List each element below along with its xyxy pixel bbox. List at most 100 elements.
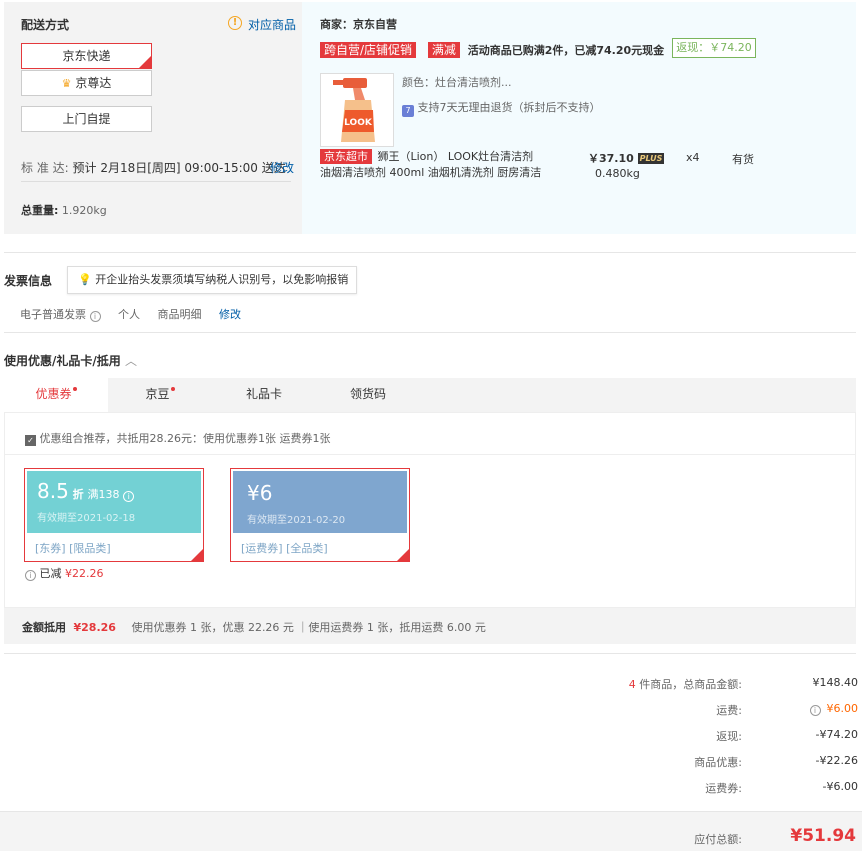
product-price: ￥37.10 PLUS (588, 150, 665, 166)
coupon-tags: [东券] [限品类] (35, 542, 111, 555)
coupon-card[interactable]: 8.5 折 满138 i 有效期至2021-02-18 [东券] [限品类] (24, 468, 204, 562)
goods-panel: 商家：京东自营 跨自营/店铺促销 满减 活动商品已购满2件，已减74.20元现金… (302, 2, 856, 234)
invoice-person: 个人 (118, 308, 140, 321)
coupon-unit: 折 (72, 488, 84, 501)
lightbulb-icon: 💡 (78, 273, 92, 286)
ship-option-pickup[interactable]: 上门自提 (21, 106, 152, 132)
goods-discount-label: 商品优惠: (694, 756, 742, 769)
ship-option-jd-express[interactable]: 京东快递 (21, 43, 152, 69)
delivery-section: 配送方式 ! 对应商品 京东快递 ♛ 京尊达 上门自提 标 准 达: 预计 2月… (4, 2, 856, 234)
cashback-badge: 返现：￥74.20 (672, 38, 756, 58)
count-label: 件商品，总商品金额: (639, 678, 742, 691)
tab-label: 领货码 (349, 387, 386, 401)
divider (4, 332, 856, 333)
recommend-text: 优惠组合推荐，共抵用28.26元：使用优惠券1张 运费券1张 (39, 432, 331, 445)
promo-row: 跨自营/店铺促销 满减 活动商品已购满2件，已减74.20元现金 (320, 42, 664, 58)
tab-gift-card[interactable]: 礼品卡 (212, 378, 316, 412)
product-label-text: LOOK (344, 118, 373, 128)
reduced-label: 已减 (39, 567, 62, 580)
product-qty: x4 (686, 151, 700, 164)
coupon-face: 8.5 折 满138 i 有效期至2021-02-18 (27, 471, 201, 533)
coupon-tags: [运费券] [全品类] (241, 542, 328, 555)
product-name-line2: 油烟清洁喷剂 400ml 油烟机清洗剂 厨房清洁 (320, 166, 542, 179)
discount-toggle[interactable]: 使用优惠/礼品卡/抵用 ︿ (4, 352, 137, 369)
coupon-expiry: 有效期至2021-02-20 (247, 515, 346, 526)
coupon-area: ✓ 优惠组合推荐，共抵用28.26元：使用优惠券1张 运费券1张 8.5 折 满… (4, 412, 856, 608)
discount-summary: 金额抵用 ¥28.26 使用优惠券 1 张，优惠 22.26 元 ｜使用运费券 … (22, 619, 486, 635)
product-stock: 有货 (732, 153, 754, 166)
promo-text: 活动商品已购满2件，已减74.20元现金 (467, 44, 665, 57)
total-weight: 总重量: 1.920kg (21, 202, 107, 218)
tab-jingdou[interactable]: 京豆 (108, 378, 212, 412)
payable-value: ¥51.94 (790, 826, 856, 846)
standard-delivery-row: 标 准 达: 预计 2月18日[周四] 09:00-15:00 送达 (21, 159, 286, 176)
warning-icon: ! (228, 16, 242, 30)
standard-time: 预计 2月18日[周四] 09:00-15:00 送达 (72, 161, 286, 175)
weight-label: 总重量: (21, 204, 59, 217)
return-policy: 7 支持7天无理由退货（拆封后不支持） (402, 99, 601, 117)
notify-dot (170, 387, 175, 391)
total-goods-label: 4 件商品，总商品金额: (629, 676, 742, 692)
tab-label: 礼品卡 (245, 387, 282, 401)
summary-goods-discount: 商品优惠: -¥22.26 (558, 754, 858, 772)
selected-check-icon (139, 56, 151, 68)
divider (21, 181, 291, 182)
summary-freight-coupon: 运费券: -¥6.00 (558, 780, 858, 798)
supported-goods-link[interactable]: ! 对应商品 (228, 16, 296, 33)
discount-title: 使用优惠/礼品卡/抵用 (4, 354, 121, 368)
payable-bar: 应付总额: ¥51.94 (0, 811, 862, 851)
coupon-main: 8.5 (37, 479, 69, 503)
cashback-value: -¥74.20 (815, 728, 858, 741)
coupon-face: ¥6 有效期至2021-02-20 (233, 471, 407, 533)
summary-total-goods: 4 件商品，总商品金额: ¥148.40 (558, 676, 858, 694)
summary-value: ¥28.26 (73, 621, 116, 634)
product-image[interactable]: LOOK (320, 73, 394, 147)
product-name[interactable]: 京东超市 狮王（Lion） LOOK灶台清洁剂 油烟清洁喷剂 400ml 油烟机… (320, 149, 550, 181)
info-icon[interactable]: i (123, 491, 135, 502)
return-policy-text: 支持7天无理由退货（拆封后不支持） (417, 101, 601, 114)
info-icon[interactable]: i (809, 705, 821, 716)
recommend-row[interactable]: ✓ 优惠组合推荐，共抵用28.26元：使用优惠券1张 运费券1张 (25, 430, 330, 446)
coupon-expiry: 有效期至2021-02-18 (37, 513, 136, 524)
delivery-modify-link[interactable]: 修改 (270, 159, 294, 176)
summary-label: 金额抵用 (22, 621, 66, 634)
promo-tag: 跨自营/店铺促销 (320, 42, 417, 58)
checkbox-checked-icon[interactable]: ✓ (25, 435, 36, 446)
coupon-card[interactable]: ¥6 有效期至2021-02-20 [运费券] [全品类] (230, 468, 410, 562)
selected-check-icon (397, 549, 409, 561)
summary-cashback: 返现: -¥74.20 (558, 728, 858, 746)
total-goods-value: ¥148.40 (812, 676, 859, 689)
selected-check-icon (191, 549, 203, 561)
plus-badge: PLUS (637, 153, 665, 164)
ship-option-jd-premium[interactable]: ♛ 京尊达 (21, 70, 152, 96)
shipping-title: 配送方式 (21, 18, 70, 32)
summary-freight: 运费: i ¥6.00 (558, 702, 858, 720)
promo-tag: 满减 (427, 42, 460, 58)
cashback-label: 返现: (716, 730, 742, 743)
summary-text: 使用优惠券 1 张，优惠 22.26 元 ｜使用运费券 1 张，抵用运费 6.0… (131, 621, 486, 634)
coupon-value: 8.5 折 满138 i (37, 479, 135, 503)
reduced-value: ¥22.26 (65, 567, 104, 580)
coupon-condition: 满138 (87, 488, 120, 501)
product-color: 颜色：灶台清洁喷剂... (402, 76, 512, 89)
jd-supermarket-tag: 京东超市 (320, 149, 372, 164)
reduced-row: i 已减 ¥22.26 (25, 565, 104, 581)
freight-amount: ¥6.00 (826, 702, 859, 715)
invoice-tip-text: 开企业抬头发票须填写纳税人识别号，以免影响报销 (95, 273, 349, 286)
invoice-tip: 💡 开企业抬头发票须填写纳税人识别号，以免影响报销 (67, 266, 358, 294)
notify-dot (72, 387, 77, 391)
chevron-up-icon: ︿ (124, 354, 137, 368)
divider (4, 252, 856, 253)
freight-coupon-value: -¥6.00 (822, 780, 858, 793)
shipping-panel: 配送方式 ! 对应商品 京东快递 ♛ 京尊达 上门自提 标 准 达: 预计 2月… (4, 2, 302, 234)
tab-coupon[interactable]: 优惠券 (4, 378, 108, 412)
price-value: ￥37.10 (588, 152, 634, 165)
invoice-content: 商品明细 (157, 308, 202, 321)
invoice-modify-link[interactable]: 修改 (219, 308, 241, 321)
spray-bottle-image: LOOK (333, 78, 375, 142)
info-icon[interactable]: i (89, 311, 101, 322)
info-icon[interactable]: i (25, 570, 36, 581)
tab-redeem-code[interactable]: 领货码 (316, 378, 420, 412)
ship-option-label: 京尊达 (75, 76, 112, 90)
invoice-detail-row: 电子普通发票 i 个人 商品明细 修改 (20, 306, 241, 322)
